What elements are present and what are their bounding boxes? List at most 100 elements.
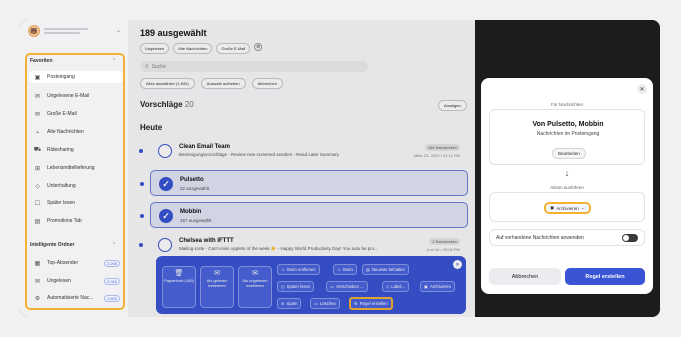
message-count-badge: 164 Nachrichten <box>424 144 460 151</box>
unread-icon: ✉ <box>34 278 41 285</box>
read-later-button[interactable]: ◷ Später lesen <box>277 281 315 292</box>
chevron-down-icon: ⌄ <box>580 205 585 210</box>
sidebar-item-unread-mail[interactable]: ✉ Ungelesene E-Mail <box>29 90 123 102</box>
filter-chip-unread[interactable]: Ungelesen <box>140 43 170 54</box>
suggestions-heading: Vorschläge 20 <box>140 100 194 109</box>
chevron-down-icon[interactable]: ⌄ <box>116 27 121 34</box>
apply-existing-toggle[interactable] <box>622 233 638 242</box>
spam-icon: ⊘ <box>281 301 285 306</box>
label-button[interactable]: ◇ Label... <box>382 281 409 292</box>
message-date: März 25, 2024 • 01:11 PM <box>413 153 460 158</box>
list-item[interactable]: Chelsea with IFTTT Mailing-Liste - Can't… <box>139 233 468 257</box>
selection-count: 157 ausgewählt <box>180 218 212 223</box>
mark-read-icon: ✉ <box>214 270 220 277</box>
unread-dot <box>139 149 143 153</box>
sidebar-item-entertainment[interactable]: ◇ Unterhaltung <box>29 180 123 192</box>
star-remove-icon: ☆ <box>281 267 285 272</box>
archive-icon: ▣ <box>424 284 428 289</box>
arrow-down-icon: ↓ <box>564 168 570 178</box>
show-suggestions-button[interactable]: Anzeigen <box>438 100 467 111</box>
sidebar-item-old-messages[interactable]: ⌁ Alte Nachrichten <box>29 126 123 138</box>
create-rule-button[interactable]: ⚙ Regel erstellen <box>349 297 393 310</box>
list-item[interactable]: ✓ Mobbin 157 ausgewählt <box>140 202 468 228</box>
cancel-button[interactable]: Abbrechen <box>489 268 561 285</box>
star-button[interactable]: ☆ Stern <box>333 264 357 275</box>
rideshare-icon: ⛟ <box>33 147 42 153</box>
section-title-favorites: Favoriten <box>30 58 53 64</box>
sidebar-item-unread[interactable]: ✉ Ungelesen 2.016 <box>29 275 123 287</box>
sidebar-item-automated[interactable]: ⚙ Automatisierte Nac... 1.603 <box>29 292 123 304</box>
create-rule-confirm-button[interactable]: Regel erstellen <box>565 268 645 285</box>
for-messages-label: Für Nachrichten <box>550 102 583 107</box>
page-title: 189 ausgewählt <box>140 28 207 38</box>
read-later-icon: ☐ <box>34 200 41 207</box>
close-icon[interactable]: ✕ <box>453 260 462 269</box>
sidebar-item-food-delivery[interactable]: ⊞ Lebensmittellieferung <box>29 162 123 174</box>
close-icon[interactable]: ✕ <box>637 84 647 94</box>
cancel-selection-button[interactable]: Abbrechen <box>251 78 283 89</box>
sidebar-item-read-later[interactable]: ☐ Später lesen <box>29 197 123 209</box>
archive-button[interactable]: ▣ Archivieren <box>420 281 455 292</box>
large-mail-icon: ✉ <box>34 111 41 118</box>
mark-read-button[interactable]: ✉ Als gelesen markieren <box>200 266 234 308</box>
sidebar-item-inbox[interactable]: ▣ Posteingang <box>29 71 123 83</box>
sidebar-item-promotions[interactable]: ▤ Promotions Tab <box>29 215 123 227</box>
search-icon: ⚲ <box>145 63 149 70</box>
select-all-button[interactable]: Alles auswählen (1.840) <box>140 78 195 89</box>
archive-icon: ▣ <box>550 205 555 210</box>
list-item[interactable]: Clean Email Team Bereinigungsvorschläge … <box>139 139 468 163</box>
top-senders-icon: ▦ <box>34 260 41 267</box>
edit-button[interactable]: Bearbeiten <box>552 148 586 159</box>
sender-subtitle: Nachrichten im Posteingang <box>536 131 600 137</box>
bulk-action-bar: 🗑 Papierkorb (189) ✉ Als gelesen markieren… <box>156 256 466 314</box>
remove-star-button[interactable]: ☆ Stern entfernen <box>277 264 320 275</box>
clock-icon: ◷ <box>281 284 285 289</box>
filter-chip-large-mail[interactable]: Große E-Mail <box>216 43 251 54</box>
chevron-up-icon[interactable]: ⌃ <box>112 58 116 64</box>
selection-buttons: Alles auswählen (1.840) Auswahl aufheben… <box>140 78 283 89</box>
unread-dot <box>140 214 144 218</box>
unread-dot <box>139 243 143 247</box>
chevron-up-icon[interactable]: ⌃ <box>112 242 116 248</box>
account-switcher[interactable]: 🐻 <box>28 25 88 37</box>
promotions-icon: ▤ <box>34 218 41 225</box>
search-input[interactable]: ⚲ Suche <box>140 61 368 72</box>
select-checkbox[interactable]: ✓ <box>159 209 173 223</box>
trash-button[interactable]: 🗑 Papierkorb (189) <box>162 266 196 308</box>
list-item[interactable]: ✓ Pulsetto 32 ausgewählt <box>140 170 468 196</box>
message-subject: Mailing-Liste - Can't-miss Applets of th… <box>179 246 378 251</box>
delete-icon: ▭ <box>314 301 318 306</box>
label-icon: ◇ <box>386 284 390 289</box>
select-checkbox[interactable] <box>158 238 172 252</box>
mark-unread-icon: ✉ <box>252 270 258 277</box>
move-icon: ▭ <box>330 284 334 289</box>
message-date: Juni 16 • 05:06 PM <box>426 247 460 252</box>
sender-name: Mobbin <box>180 209 202 215</box>
sidebar-item-ridesharing[interactable]: ⛟ Ridesharing <box>29 144 123 156</box>
sender-name: Chelsea with IFTTT <box>179 238 234 244</box>
message-list-pane: 189 ausgewählt Ungelesen Alte Nachrichte… <box>128 20 475 317</box>
unread-dot <box>140 182 144 186</box>
apply-existing-row: Auf vorhandene Nachrichten anwenden <box>489 229 645 246</box>
star-icon: ☆ <box>337 267 341 272</box>
sender-name: Clean Email Team <box>179 144 230 150</box>
clear-filters-icon[interactable]: ⊗ <box>254 43 263 51</box>
keep-newest-button[interactable]: ▤ Neueste behalten <box>362 264 409 275</box>
select-checkbox[interactable]: ✓ <box>159 177 173 191</box>
delete-button[interactable]: ▭ Löschen <box>310 298 340 309</box>
action-card: ▣ Archivieren ⌄ <box>489 192 645 222</box>
section-title-smart-folders: Intelligente Ordner <box>30 242 75 248</box>
sidebar-item-large-mail[interactable]: ✉ Große E-Mail <box>29 108 123 120</box>
select-checkbox[interactable] <box>158 144 172 158</box>
filter-chips: Ungelesen Alte Nachrichten Große E-Mail … <box>140 43 263 54</box>
food-delivery-icon: ⊞ <box>34 165 41 172</box>
count-badge: 1.603 <box>103 294 120 302</box>
deselect-button[interactable]: Auswahl aufheben <box>200 78 246 89</box>
keep-newest-icon: ▤ <box>366 267 370 272</box>
action-select[interactable]: ▣ Archivieren ⌄ <box>544 202 591 214</box>
move-button[interactable]: ▭ Verschieben ... <box>326 281 368 292</box>
sidebar-item-top-senders[interactable]: ▦ Top-Absender 2.205 <box>29 257 123 269</box>
filter-chip-old-messages[interactable]: Alte Nachrichten <box>173 43 213 54</box>
spam-button[interactable]: ⊘ Spam <box>277 298 302 309</box>
mark-unread-button[interactable]: ✉ Als ungelesen markieren <box>238 266 272 308</box>
